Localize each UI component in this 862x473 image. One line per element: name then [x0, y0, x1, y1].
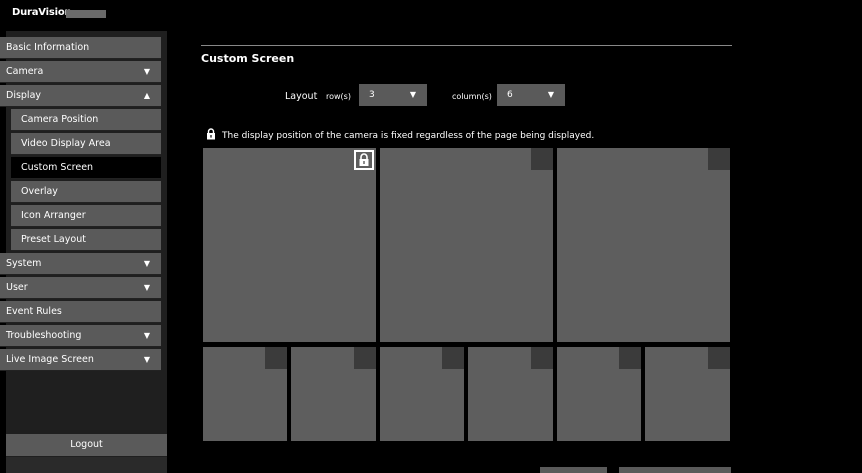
- sidebar-item-camera-position[interactable]: Camera Position: [11, 109, 161, 131]
- sidebar-item-label: Camera Position: [21, 114, 99, 125]
- sidebar-item-label: Display: [6, 90, 42, 101]
- chevron-down-icon: ▼: [143, 259, 150, 268]
- tile-lock-toggle[interactable]: [708, 347, 730, 369]
- lock-toggle-button[interactable]: [354, 150, 374, 170]
- tile-lock-toggle[interactable]: [708, 148, 730, 170]
- top-bar: DuraVision: [0, 0, 862, 29]
- lock-icon: [207, 128, 215, 140]
- fixed-position-notice: The display position of the camera is fi…: [222, 131, 595, 141]
- sidebar-item-display[interactable]: Display ▲: [0, 85, 161, 107]
- sidebar-item-basic-information[interactable]: Basic Information: [0, 37, 161, 59]
- sidebar-item-label: System: [6, 258, 42, 269]
- sidebar-item-troubleshooting[interactable]: Troubleshooting ▼: [0, 325, 161, 347]
- layout-tile-large[interactable]: [380, 148, 553, 342]
- sidebar-item-label: Event Rules: [6, 306, 62, 317]
- sidebar-item-label: Video Display Area: [21, 138, 111, 149]
- tile-lock-toggle[interactable]: [265, 347, 287, 369]
- lock-icon: [359, 153, 369, 166]
- layout-tile-small[interactable]: [468, 347, 553, 441]
- chevron-up-icon: ▲: [143, 91, 150, 100]
- rows-label: row(s): [326, 92, 351, 101]
- sidebar-item-overlay[interactable]: Overlay: [11, 181, 161, 203]
- tile-lock-toggle[interactable]: [619, 347, 641, 369]
- layout-tile-large[interactable]: [203, 148, 376, 342]
- columns-select[interactable]: 6 ▼: [497, 84, 565, 106]
- layout-label: Layout: [285, 91, 318, 102]
- layout-tile-small[interactable]: [291, 347, 376, 441]
- sidebar-item-user[interactable]: User ▼: [0, 277, 161, 299]
- tile-lock-toggle[interactable]: [531, 148, 553, 170]
- logout-button[interactable]: Logout: [6, 434, 167, 456]
- sidebar-item-system[interactable]: System ▼: [0, 253, 161, 275]
- tile-lock-toggle[interactable]: [442, 347, 464, 369]
- columns-value: 6: [507, 90, 513, 100]
- layout-tile-large[interactable]: [557, 148, 730, 342]
- sidebar-item-camera[interactable]: Camera ▼: [0, 61, 161, 83]
- sidebar-footer: [6, 457, 167, 473]
- page-title: Custom Screen: [201, 52, 295, 65]
- chevron-down-icon: ▼: [143, 331, 150, 340]
- chevron-down-icon: ▼: [409, 90, 416, 99]
- rows-select[interactable]: 3 ▼: [359, 84, 427, 106]
- layout-tile-small[interactable]: [203, 347, 287, 441]
- chevron-down-icon: ▼: [143, 283, 150, 292]
- chevron-down-icon: ▼: [143, 67, 150, 76]
- sidebar-item-preset-layout[interactable]: Preset Layout: [11, 229, 161, 251]
- tile-lock-toggle[interactable]: [531, 347, 553, 369]
- title-divider: [201, 45, 732, 46]
- sidebar-item-event-rules[interactable]: Event Rules: [0, 301, 161, 323]
- layout-tile-small[interactable]: [645, 347, 730, 441]
- sidebar-item-label: Custom Screen: [21, 162, 94, 173]
- sidebar-item-label: Icon Arranger: [21, 210, 86, 221]
- sidebar-item-label: Live Image Screen: [6, 354, 94, 365]
- bottom-action-button[interactable]: [619, 467, 731, 473]
- sidebar-item-label: Basic Information: [6, 42, 90, 53]
- tile-lock-toggle[interactable]: [354, 347, 376, 369]
- columns-label: column(s): [452, 92, 492, 101]
- layout-tile-small[interactable]: [380, 347, 464, 441]
- layout-tile-small[interactable]: [557, 347, 641, 441]
- sidebar-item-live-image-screen[interactable]: Live Image Screen ▼: [0, 349, 161, 371]
- brand-model-blurred: [66, 10, 106, 18]
- sidebar-item-label: Troubleshooting: [6, 330, 82, 341]
- chevron-down-icon: ▼: [143, 355, 150, 364]
- bottom-action-button[interactable]: [540, 467, 607, 473]
- chevron-down-icon: ▼: [547, 90, 554, 99]
- sidebar-item-custom-screen[interactable]: Custom Screen: [11, 157, 161, 179]
- sidebar-item-video-display-area[interactable]: Video Display Area: [11, 133, 161, 155]
- brand-logo: DuraVision: [12, 7, 72, 18]
- sidebar-item-label: User: [6, 282, 28, 293]
- sidebar-item-label: Preset Layout: [21, 234, 86, 245]
- sidebar-item-label: Camera: [6, 66, 44, 77]
- sidebar-item-label: Overlay: [21, 186, 58, 197]
- rows-value: 3: [369, 90, 375, 100]
- sidebar-item-icon-arranger[interactable]: Icon Arranger: [11, 205, 161, 227]
